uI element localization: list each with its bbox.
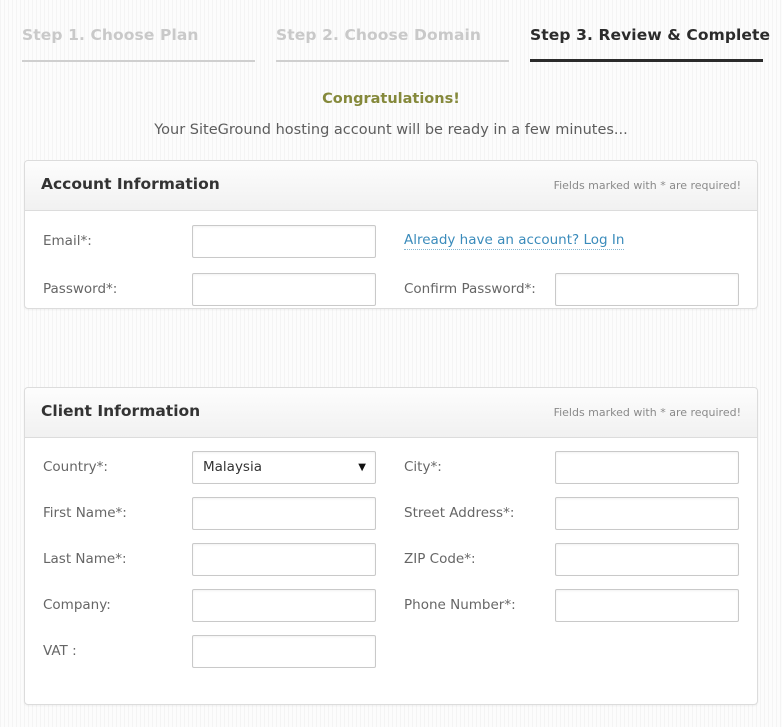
client-panel-header: Client Information Fields marked with * …: [25, 388, 757, 438]
email-input[interactable]: [192, 225, 376, 258]
phone-number-label: Phone Number*:: [404, 597, 516, 613]
step-tab-choose-domain[interactable]: Step 2. Choose Domain: [276, 26, 509, 62]
client-panel-title: Client Information: [41, 402, 201, 420]
account-required-fields-note: Fields marked with * are required!: [553, 179, 741, 192]
last-name-label: Last Name*:: [43, 551, 127, 567]
email-row: Email*: Already have an account? Log In: [25, 211, 757, 259]
confirm-password-label: Confirm Password*:: [404, 281, 536, 297]
password-row: Password*: Confirm Password*:: [25, 259, 757, 308]
login-link[interactable]: Already have an account? Log In: [404, 232, 625, 250]
step-tab-review-complete[interactable]: Step 3. Review & Complete: [530, 26, 770, 62]
step-underline: [276, 60, 509, 62]
step-navigation: Step 1. Choose Plan Step 2. Choose Domai…: [0, 0, 782, 62]
street-address-input[interactable]: [555, 497, 739, 530]
vat-label: VAT :: [43, 643, 77, 659]
confirmation-message: Congratulations! Your SiteGround hosting…: [0, 88, 782, 141]
step-tab-label: Step 1. Choose Plan: [22, 26, 199, 44]
email-label: Email*:: [43, 233, 92, 249]
confirmation-subtext: Your SiteGround hosting account will be …: [154, 122, 628, 138]
confirm-password-input[interactable]: [555, 273, 739, 306]
step-underline: [22, 60, 255, 62]
lastname-zip-row: Last Name*: ZIP Code*:: [25, 530, 757, 576]
country-select-value: Malaysia: [203, 459, 262, 475]
country-select[interactable]: Malaysia ▼: [192, 451, 376, 484]
first-name-input[interactable]: [192, 497, 376, 530]
country-label: Country*:: [43, 459, 108, 475]
last-name-input[interactable]: [192, 543, 376, 576]
zip-code-label: ZIP Code*:: [404, 551, 476, 567]
chevron-down-icon: ▼: [358, 462, 366, 473]
vat-input[interactable]: [192, 635, 376, 668]
password-label: Password*:: [43, 281, 118, 297]
account-panel-header: Account Information Fields marked with *…: [25, 161, 757, 211]
first-name-label: First Name*:: [43, 505, 127, 521]
password-input[interactable]: [192, 273, 376, 306]
city-label: City*:: [404, 459, 442, 475]
account-panel-title: Account Information: [41, 175, 220, 193]
client-required-fields-note: Fields marked with * are required!: [553, 406, 741, 419]
company-phone-row: Company: Phone Number*:: [25, 576, 757, 622]
company-input[interactable]: [192, 589, 376, 622]
company-label: Company:: [43, 597, 111, 613]
step-tab-choose-plan[interactable]: Step 1. Choose Plan: [22, 26, 255, 62]
account-information-panel: Account Information Fields marked with *…: [24, 160, 758, 309]
phone-number-input[interactable]: [555, 589, 739, 622]
client-information-panel: Client Information Fields marked with * …: [24, 387, 758, 705]
congratulations-heading: Congratulations!: [322, 91, 460, 107]
vat-row: VAT :: [25, 622, 757, 668]
zip-code-input[interactable]: [555, 543, 739, 576]
street-address-label: Street Address*:: [404, 505, 515, 521]
step-tab-label: Step 3. Review & Complete: [530, 26, 771, 44]
firstname-street-row: First Name*: Street Address*:: [25, 484, 757, 530]
city-input[interactable]: [555, 451, 739, 484]
country-city-row: Country*: Malaysia ▼ City*:: [25, 438, 757, 484]
client-panel-body: Country*: Malaysia ▼ City*: First Name*:…: [25, 438, 757, 704]
step-tab-label: Step 2. Choose Domain: [276, 26, 482, 44]
account-panel-body: Email*: Already have an account? Log In …: [25, 211, 757, 308]
step-underline-active: [530, 59, 763, 62]
